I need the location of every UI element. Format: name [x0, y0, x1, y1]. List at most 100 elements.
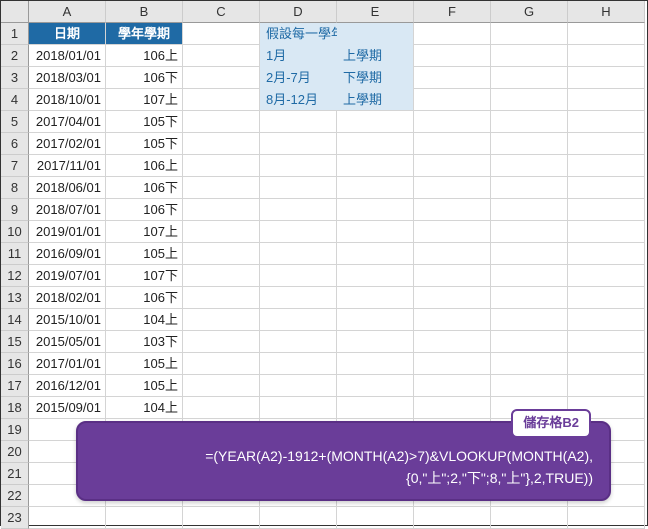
cell-C2[interactable] — [183, 45, 260, 67]
cell-A12[interactable]: 2019/07/01 — [29, 265, 106, 287]
cell-A16[interactable]: 2017/01/01 — [29, 353, 106, 375]
cell-D10[interactable] — [260, 221, 337, 243]
cell-E1[interactable] — [337, 23, 414, 45]
cell-C13[interactable] — [183, 287, 260, 309]
cell-C11[interactable] — [183, 243, 260, 265]
col-header-E[interactable]: E — [337, 1, 414, 23]
cell-D13[interactable] — [260, 287, 337, 309]
cell-B12[interactable]: 107下 — [106, 265, 183, 287]
cell-C1[interactable] — [183, 23, 260, 45]
cell-E9[interactable] — [337, 199, 414, 221]
cell-H10[interactable] — [568, 221, 645, 243]
cell-B8[interactable]: 106下 — [106, 177, 183, 199]
cell-D5[interactable] — [260, 111, 337, 133]
cell-G9[interactable] — [491, 199, 568, 221]
cell-D9[interactable] — [260, 199, 337, 221]
cell-G13[interactable] — [491, 287, 568, 309]
cell-C10[interactable] — [183, 221, 260, 243]
cell-E13[interactable] — [337, 287, 414, 309]
cell-E5[interactable] — [337, 111, 414, 133]
cell-G7[interactable] — [491, 155, 568, 177]
cell-A3[interactable]: 2018/03/01 — [29, 67, 106, 89]
cell-F11[interactable] — [414, 243, 491, 265]
cell-D3[interactable]: 2月-7月 — [260, 67, 337, 89]
cell-A10[interactable]: 2019/01/01 — [29, 221, 106, 243]
cell-A15[interactable]: 2015/05/01 — [29, 331, 106, 353]
cell-E2[interactable]: 上學期 — [337, 45, 414, 67]
cell-D8[interactable] — [260, 177, 337, 199]
cell-A7[interactable]: 2017/11/01 — [29, 155, 106, 177]
cell-G15[interactable] — [491, 331, 568, 353]
cell-D2[interactable]: 1月 — [260, 45, 337, 67]
col-header-G[interactable]: G — [491, 1, 568, 23]
cell-C7[interactable] — [183, 155, 260, 177]
cell-B16[interactable]: 105上 — [106, 353, 183, 375]
cell-G14[interactable] — [491, 309, 568, 331]
cell-H14[interactable] — [568, 309, 645, 331]
cell-H7[interactable] — [568, 155, 645, 177]
cell-G6[interactable] — [491, 133, 568, 155]
cell-A5[interactable]: 2017/04/01 — [29, 111, 106, 133]
col-header-C[interactable]: C — [183, 1, 260, 23]
cell-B5[interactable]: 105下 — [106, 111, 183, 133]
cell-A8[interactable]: 2018/06/01 — [29, 177, 106, 199]
cell-A18[interactable]: 2015/09/01 — [29, 397, 106, 419]
cell-G1[interactable] — [491, 23, 568, 45]
cell-E15[interactable] — [337, 331, 414, 353]
cell-E3[interactable]: 下學期 — [337, 67, 414, 89]
cell-G16[interactable] — [491, 353, 568, 375]
cell-C18[interactable] — [183, 397, 260, 419]
cell-E18[interactable] — [337, 397, 414, 419]
cell-C8[interactable] — [183, 177, 260, 199]
row-header-12[interactable]: 12 — [1, 265, 29, 287]
cell-F18[interactable] — [414, 397, 491, 419]
cell-B18[interactable]: 104上 — [106, 397, 183, 419]
row-header-20[interactable]: 20 — [1, 441, 29, 463]
cell-B3[interactable]: 106下 — [106, 67, 183, 89]
row-header-19[interactable]: 19 — [1, 419, 29, 441]
cell-G4[interactable] — [491, 89, 568, 111]
cell-E14[interactable] — [337, 309, 414, 331]
cell-H15[interactable] — [568, 331, 645, 353]
cell-A17[interactable]: 2016/12/01 — [29, 375, 106, 397]
cell-H17[interactable] — [568, 375, 645, 397]
row-header-2[interactable]: 2 — [1, 45, 29, 67]
cell-H3[interactable] — [568, 67, 645, 89]
col-header-D[interactable]: D — [260, 1, 337, 23]
cell-A4[interactable]: 2018/10/01 — [29, 89, 106, 111]
cell-H12[interactable] — [568, 265, 645, 287]
cell-D7[interactable] — [260, 155, 337, 177]
row-header-15[interactable]: 15 — [1, 331, 29, 353]
row-header-13[interactable]: 13 — [1, 287, 29, 309]
cell-F16[interactable] — [414, 353, 491, 375]
row-header-3[interactable]: 3 — [1, 67, 29, 89]
cell-F5[interactable] — [414, 111, 491, 133]
row-header-6[interactable]: 6 — [1, 133, 29, 155]
cell-F12[interactable] — [414, 265, 491, 287]
cell-E8[interactable] — [337, 177, 414, 199]
cell-F3[interactable] — [414, 67, 491, 89]
cell-B14[interactable]: 104上 — [106, 309, 183, 331]
col-header-H[interactable]: H — [568, 1, 645, 23]
cell-A14[interactable]: 2015/10/01 — [29, 309, 106, 331]
row-header-9[interactable]: 9 — [1, 199, 29, 221]
cell-H1[interactable] — [568, 23, 645, 45]
row-header-1[interactable]: 1 — [1, 23, 29, 45]
row-header-10[interactable]: 10 — [1, 221, 29, 243]
cell-D4[interactable]: 8月-12月 — [260, 89, 337, 111]
cell-C9[interactable] — [183, 199, 260, 221]
cell-G11[interactable] — [491, 243, 568, 265]
cell-A13[interactable]: 2018/02/01 — [29, 287, 106, 309]
cell-B13[interactable]: 106下 — [106, 287, 183, 309]
col-header-B[interactable]: B — [106, 1, 183, 23]
cell-B2[interactable]: 106上 — [106, 45, 183, 67]
row-header-5[interactable]: 5 — [1, 111, 29, 133]
cell-D1[interactable]: 假設每一學年： — [260, 23, 337, 45]
cell-F7[interactable] — [414, 155, 491, 177]
cell-D14[interactable] — [260, 309, 337, 331]
row-header-7[interactable]: 7 — [1, 155, 29, 177]
cell-B4[interactable]: 107上 — [106, 89, 183, 111]
cell-H2[interactable] — [568, 45, 645, 67]
cell-B15[interactable]: 103下 — [106, 331, 183, 353]
cell-G3[interactable] — [491, 67, 568, 89]
